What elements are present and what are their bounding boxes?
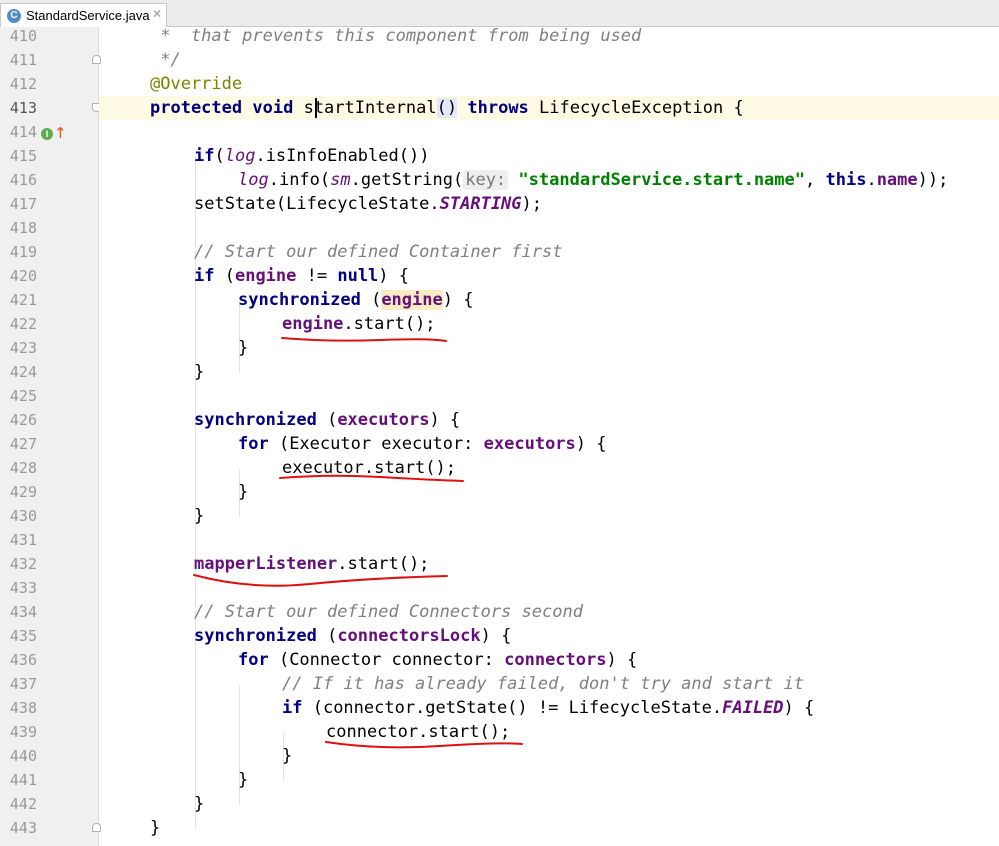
- implements-method-icon[interactable]: I: [41, 128, 53, 140]
- code-line: executor.start();: [282, 458, 456, 478]
- code-line: }: [150, 818, 161, 838]
- code-line: log.info(sm.getString(key: "standardServ…: [238, 170, 949, 190]
- line-number: 416: [9, 171, 37, 189]
- line-number: 430: [9, 507, 37, 525]
- line-number: 439: [9, 723, 37, 741]
- code-line: if (engine != null) {: [194, 266, 410, 286]
- line-number: 429: [9, 483, 37, 501]
- line-number: 420: [9, 267, 37, 285]
- code-line: }: [238, 770, 249, 790]
- close-icon[interactable]: ✕: [152, 7, 162, 21]
- code-line: }: [238, 482, 249, 502]
- code-line: setState(LifecycleState.STARTING);: [194, 194, 543, 214]
- line-number: 425: [9, 387, 37, 405]
- code-line: // Start our defined Container first: [194, 242, 563, 262]
- line-number: 437: [9, 675, 37, 693]
- line-number: 414: [9, 123, 37, 141]
- code-line-current: protected void startInternal() throws Li…: [99, 96, 999, 120]
- line-number: 418: [9, 219, 37, 237]
- line-number: 435: [9, 627, 37, 645]
- line-number: 424: [9, 363, 37, 381]
- code-line: mapperListener.start();: [194, 554, 430, 574]
- line-number: 421: [9, 291, 37, 309]
- line-number: 417: [9, 195, 37, 213]
- code-line: // If it has already failed, don't try a…: [282, 674, 804, 694]
- code-line: synchronized (engine) {: [238, 290, 474, 310]
- line-number: 411: [9, 51, 37, 69]
- line-number: 432: [9, 555, 37, 573]
- code-line: if(log.isInfoEnabled()): [194, 146, 430, 166]
- override-arrow-icon[interactable]: ↑: [54, 124, 67, 142]
- tab-filename: StandardService.java: [26, 8, 150, 23]
- line-number: 422: [9, 315, 37, 333]
- line-number: 426: [9, 411, 37, 429]
- line-number: 440: [9, 747, 37, 765]
- code-line: // Start our defined Connectors second: [194, 602, 583, 622]
- parameter-hint: key:: [463, 170, 509, 190]
- code-line: connector.start();: [326, 722, 511, 742]
- code-line: synchronized (executors) {: [194, 410, 461, 430]
- line-number: 438: [9, 699, 37, 717]
- line-number: 442: [9, 795, 37, 813]
- line-number: 441: [9, 771, 37, 789]
- line-number: 443: [9, 819, 37, 837]
- line-number: 410: [9, 27, 37, 45]
- line-number: 436: [9, 651, 37, 669]
- line-number: 427: [9, 435, 37, 453]
- code-editor[interactable]: * that prevents this component from bein…: [99, 27, 999, 846]
- code-line: if (connector.getState() != LifecycleSta…: [282, 698, 815, 718]
- code-line: engine.start();: [282, 314, 436, 334]
- code-line: @Override: [99, 72, 999, 96]
- line-number: 428: [9, 459, 37, 477]
- text-caret: [315, 98, 317, 118]
- line-number: 433: [9, 579, 37, 597]
- line-number: 412: [9, 75, 37, 93]
- code-line: }: [238, 338, 249, 358]
- editor-tab-bar: C StandardService.java ✕: [0, 0, 999, 27]
- line-number: 419: [9, 243, 37, 261]
- line-number: 431: [9, 531, 37, 549]
- code-line: }: [282, 746, 293, 766]
- line-number: 434: [9, 603, 37, 621]
- code-line: for (Connector connector: connectors) {: [238, 650, 638, 670]
- line-number: 423: [9, 339, 37, 357]
- code-line: }: [194, 794, 205, 814]
- code-line: }: [194, 362, 205, 382]
- override-annotation: @Override: [150, 74, 243, 94]
- code-line: synchronized (connectorsLock) {: [194, 626, 512, 646]
- line-number-gutter[interactable]: 410 411 412 413 414 415 416 417 418 419 420 421 422 4…: [0, 27, 101, 846]
- code-line: for (Executor executor: executors) {: [238, 434, 607, 454]
- java-class-icon: C: [7, 9, 21, 23]
- code-line: * that prevents this component from bein…: [150, 27, 642, 46]
- line-number: 415: [9, 147, 37, 165]
- code-line: }: [194, 506, 205, 526]
- line-number: 413: [9, 99, 37, 117]
- method-name: startInternal: [303, 98, 437, 118]
- code-line: */: [150, 50, 181, 70]
